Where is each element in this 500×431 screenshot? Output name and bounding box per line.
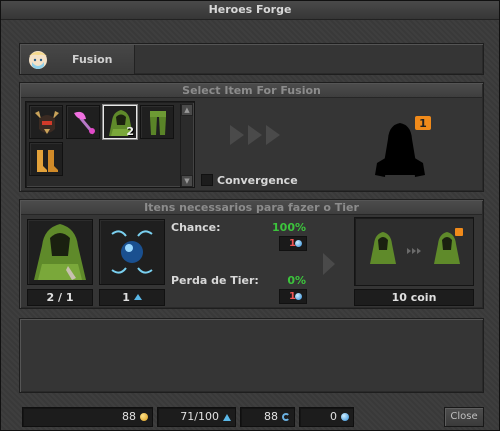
scroll-up-button[interactable]: ▲: [181, 104, 193, 116]
required-item-count: 2 / 1: [27, 289, 93, 306]
tier-loss-label: Perda de Tier:: [171, 274, 259, 287]
item-slot-green-legs[interactable]: [140, 105, 174, 139]
tier-badge-number: 1: [419, 117, 427, 130]
info-panel: [19, 318, 484, 393]
energy-orb-icon: [111, 230, 153, 274]
requirements-panel: Itens necessarios para fazer o Tier 2 / …: [19, 199, 484, 309]
crystal-balance: 71/100: [157, 407, 236, 427]
chance-cost[interactable]: 1: [279, 236, 307, 251]
fusion-arrows-icon: [230, 125, 280, 145]
required-core-slot: [99, 219, 165, 285]
tab-fusion-label: Fusion: [72, 53, 113, 66]
tier-loss-cost[interactable]: 1: [279, 289, 307, 304]
crystal-icon: [223, 414, 231, 421]
item-grid-scrollbar[interactable]: ▲ ▼: [180, 104, 193, 187]
fusion-cost: 10 coin: [354, 289, 474, 306]
swirl-balance-value: 88: [264, 410, 278, 423]
requirements-header: Itens necessarios para fazer o Tier: [21, 201, 482, 215]
item-slot-gold-boots[interactable]: [29, 142, 63, 176]
tab-strip: Fusion: [19, 43, 484, 75]
chance-value: 100%: [272, 221, 306, 234]
tab-fusion[interactable]: Fusion: [21, 45, 135, 74]
required-core-count-value: 1: [122, 291, 130, 304]
demon-helmet-icon: [35, 111, 59, 134]
green-cloak-icon: [34, 224, 86, 280]
swirl-balance: 88: [240, 407, 295, 427]
portrait-icon: [29, 51, 47, 69]
item-grid: 2 ▲ ▼: [25, 101, 195, 188]
tier-loss-value: 0%: [287, 274, 306, 287]
item-count: 2: [126, 125, 134, 138]
scroll-down-button[interactable]: ▼: [181, 175, 193, 187]
arrow-right-icon: [323, 253, 335, 275]
swirl-icon: [282, 413, 290, 421]
result-preview-silhouette: 1: [375, 116, 431, 177]
crystal-balance-value: 71/100: [180, 410, 219, 423]
blue-gem-icon: [341, 413, 349, 421]
crystal-icon: [133, 294, 142, 300]
fusion-result-preview: [354, 217, 474, 286]
cloak-upgrade-icon: [370, 228, 463, 264]
window-title: Heroes Forge: [1, 1, 499, 20]
item-slot-pink-axe[interactable]: [66, 105, 100, 139]
select-item-header: Select Item For Fusion: [21, 84, 482, 98]
heroes-forge-window: Heroes Forge Fusion Select Item For Fusi…: [0, 0, 500, 431]
gem-balance: 0: [299, 407, 354, 427]
chance-label: Chance:: [171, 221, 221, 234]
convergence-checkbox[interactable]: [201, 174, 213, 186]
required-core-count: 1: [99, 289, 165, 306]
required-item-slot: [27, 219, 93, 285]
item-slot-demon-helmet[interactable]: [29, 105, 63, 139]
gold-balance: 88: [22, 407, 153, 427]
close-button[interactable]: Close: [444, 407, 484, 427]
gold-boots-icon: [37, 150, 58, 172]
gem-balance-value: 0: [330, 410, 337, 423]
gold-balance-value: 88: [122, 410, 136, 423]
blue-gem-icon: [295, 240, 302, 247]
convergence-label: Convergence: [217, 174, 298, 187]
pink-axe-icon: [74, 111, 95, 135]
gold-coin-icon: [140, 413, 148, 421]
green-legs-icon: [150, 111, 166, 135]
item-slot-green-cloak[interactable]: 2: [103, 105, 137, 139]
select-item-panel: Select Item For Fusion 2 ▲ ▼ Convergence…: [19, 82, 484, 192]
blue-gem-icon: [295, 293, 302, 300]
